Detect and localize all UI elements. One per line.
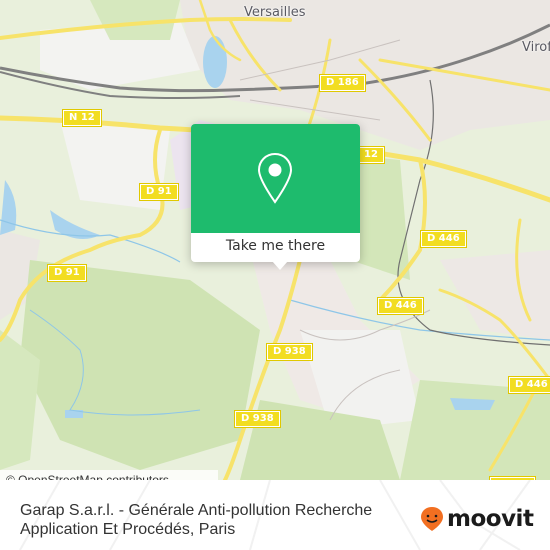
location-popup: Take me there [191, 124, 360, 262]
popup-tail [272, 261, 288, 270]
popup-header [191, 124, 360, 233]
road-label-d91-north: D 91 [139, 183, 179, 201]
road-label-d186: D 186 [319, 74, 366, 92]
road-label-d938: D 938 [266, 343, 313, 361]
take-me-there-button[interactable]: Take me there [191, 233, 360, 262]
road-label-d446: D 446 [508, 376, 550, 394]
road-label-d446: D 446 [377, 297, 424, 315]
road-label-d446: D 446 [420, 230, 467, 248]
road-label-n12-east: 12 [357, 146, 385, 164]
map-attribution[interactable]: © OpenStreetMap contributors [0, 470, 218, 480]
place-title: Garap S.a.r.l. - Générale Anti-pollution… [20, 502, 373, 538]
place-label-viroflay: Virof [522, 40, 550, 55]
road-label-n12: N 12 [62, 109, 102, 127]
map-pin-icon [257, 152, 293, 204]
moovit-logo-text: moovit [447, 506, 534, 532]
road-label-d938: D 938 [234, 410, 281, 428]
moovit-logo[interactable]: moovit [420, 506, 534, 532]
road-label-d91-south: D 91 [47, 264, 87, 282]
place-label-versailles: Versailles [244, 5, 306, 20]
moovit-pin-icon [421, 507, 443, 531]
